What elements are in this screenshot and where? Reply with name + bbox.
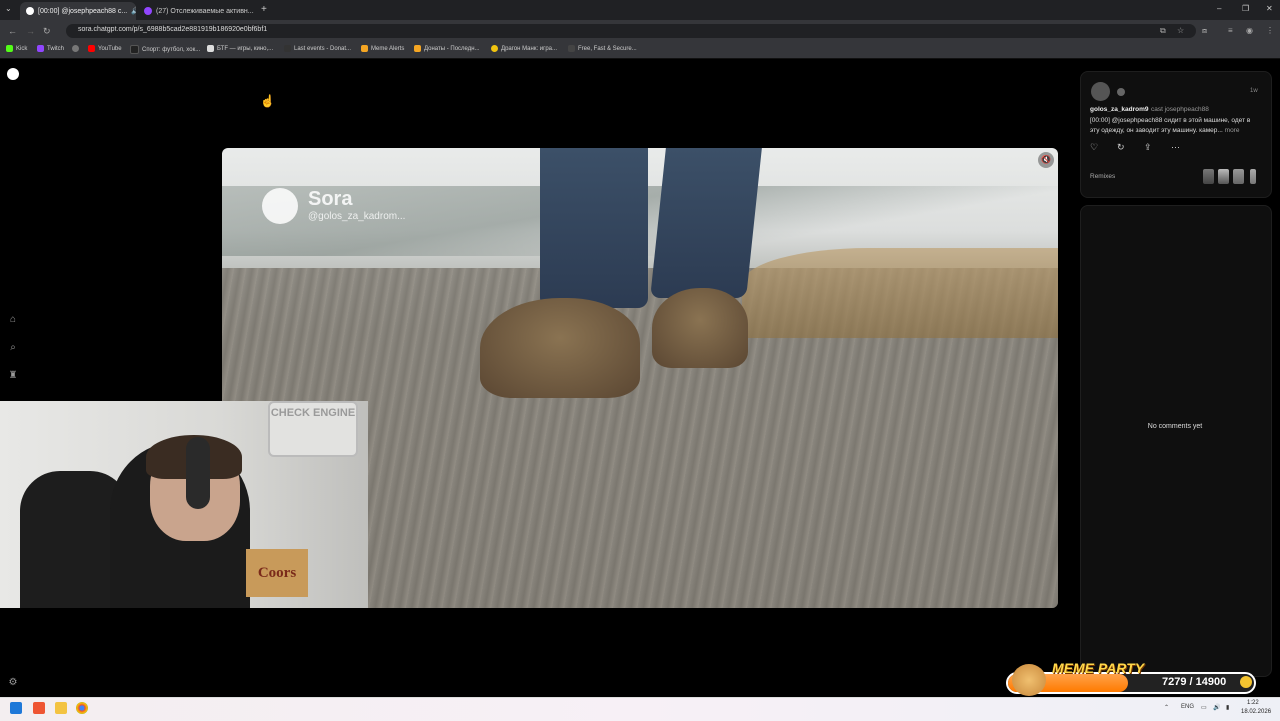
avatar[interactable]: [1091, 82, 1110, 101]
right-boot: [652, 288, 748, 368]
remix-icon[interactable]: ↻: [1117, 142, 1125, 153]
install-app-icon[interactable]: ⧉: [1160, 26, 1166, 36]
meme-party-count: 7279 / 14900: [1162, 676, 1227, 688]
bookmark-youtube[interactable]: YouTube: [88, 45, 122, 52]
bookmark-star-icon[interactable]: ☆: [1177, 26, 1184, 35]
chrome-icon[interactable]: [76, 702, 88, 714]
media-control-icon[interactable]: ≡: [1228, 26, 1233, 35]
home-icon[interactable]: ⌂: [7, 314, 19, 326]
donaty-icon: [414, 45, 421, 52]
search-icon[interactable]: ⌕: [7, 342, 19, 354]
profile-icon[interactable]: ◉: [1246, 26, 1253, 35]
language-indicator[interactable]: ENG: [1181, 704, 1194, 710]
extensions-icon[interactable]: ⧈: [1202, 26, 1207, 36]
post-caption: [00:00] @josephpeach88 сидит в этой маши…: [1090, 116, 1260, 135]
minimize-button[interactable]: –: [1217, 4, 1221, 13]
comments-panel: [1080, 205, 1272, 677]
yandex-browser-icon[interactable]: [33, 702, 45, 714]
bookmark-dragon[interactable]: Драгон Манк: игра...: [491, 45, 557, 52]
watermark-username: @golos_za_kadrom...: [308, 211, 406, 222]
sora-watermark-logo-icon: [262, 188, 298, 224]
maximize-button[interactable]: ❐: [1242, 4, 1249, 13]
new-tab-button[interactable]: +: [261, 4, 267, 15]
taskbar: [0, 697, 1280, 721]
meme-alerts-icon: [361, 45, 368, 52]
sora-favicon-icon: [26, 7, 34, 15]
cast-avatar[interactable]: [1117, 88, 1125, 96]
post-cast[interactable]: cast josephpeach88: [1151, 106, 1209, 113]
tray-chevron-icon[interactable]: ⌃: [1164, 704, 1169, 711]
kick-icon: [6, 45, 13, 52]
remix-thumbnail[interactable]: [1218, 169, 1229, 184]
mute-toggle-icon[interactable]: 🔇: [1038, 152, 1054, 168]
more-options-icon[interactable]: ⋯: [1171, 142, 1180, 153]
bookmark-twitch[interactable]: Twitch: [37, 45, 64, 52]
btf-icon: [207, 45, 214, 52]
network-icon[interactable]: ▭: [1201, 704, 1207, 711]
dry-grass-field: [742, 248, 1058, 338]
tab-search-icon[interactable]: ⌄: [5, 4, 12, 13]
reload-button[interactable]: ↻: [43, 26, 51, 37]
bookmark-donat[interactable]: Last events - Donat...: [284, 45, 351, 52]
bookmark-donaty[interactable]: Донаты - Последн...: [414, 45, 480, 52]
bookmark-kick[interactable]: Kick: [6, 45, 27, 52]
donationalerts-icon: [284, 45, 291, 52]
trophy-icon[interactable]: ♜: [7, 370, 19, 382]
remixes-label: Remixes: [1090, 173, 1116, 180]
more-link[interactable]: more: [1225, 127, 1240, 134]
no-comments-text: No comments yet: [1147, 423, 1203, 430]
beer-box: Coors: [246, 549, 308, 597]
file-explorer-icon[interactable]: [55, 702, 67, 714]
close-window-button[interactable]: ✕: [1266, 4, 1273, 13]
webcam-overlay: CHECK ENGINE Coors: [0, 401, 368, 608]
bookmark-meme-alerts[interactable]: Meme Alerts: [361, 45, 404, 52]
globe-icon: [72, 45, 79, 52]
doge-icon: [1012, 664, 1046, 696]
coin-icon: [1240, 676, 1252, 688]
menu-icon[interactable]: ⋮: [1266, 26, 1274, 35]
meme-party-widget: MEME PARTY 7279 / 14900: [1002, 660, 1260, 698]
bookmark-btf[interactable]: БТF — игры, кино,...: [207, 45, 273, 52]
tab-title: (27) Отслеживаемые активн...: [156, 7, 254, 15]
share-icon[interactable]: ⇪: [1144, 142, 1152, 153]
hand-cursor-icon: ☝: [260, 94, 275, 108]
tab-title: [00:00] @josephpeach88 с...: [38, 7, 128, 15]
battery-icon[interactable]: ▮: [1226, 704, 1229, 711]
mail-icon: [568, 45, 575, 52]
bookmark-sport[interactable]: Спорт: футбол, хок...: [130, 45, 200, 54]
sport-site-icon: [130, 45, 139, 54]
headset-icon: [186, 437, 210, 509]
jeans-left-leg: [540, 148, 648, 308]
post-timestamp: 1w: [1250, 88, 1258, 94]
twitch-favicon-icon: [144, 7, 152, 15]
post-username[interactable]: golos_za_kadrom9: [1090, 106, 1149, 113]
back-button[interactable]: ←: [8, 26, 17, 36]
tab-twitch[interactable]: (27) Отслеживаемые активн... ✕: [138, 2, 256, 20]
remix-thumbnail[interactable]: [1233, 169, 1244, 184]
speaker-icon: 🔊: [131, 8, 136, 15]
forward-button[interactable]: →: [26, 26, 35, 36]
youtube-icon: [88, 45, 95, 52]
url-text[interactable]: sora.chatgpt.com/p/s_6988b5cad2e881919b1…: [78, 26, 267, 33]
twitch-icon: [37, 45, 44, 52]
clock-time[interactable]: 1:22: [1247, 700, 1259, 706]
clock-date[interactable]: 18.02.2026: [1241, 709, 1271, 715]
remix-thumbnail[interactable]: [1250, 169, 1256, 184]
bookmark-secure[interactable]: Free, Fast & Secure...: [568, 45, 637, 52]
windows-start-icon[interactable]: [10, 702, 22, 714]
meme-party-title: MEME PARTY: [1052, 660, 1145, 676]
volume-icon[interactable]: 🔊: [1213, 704, 1220, 711]
jeans-right-leg: [650, 148, 762, 298]
settings-icon[interactable]: ⚙: [7, 677, 19, 689]
tab-sora[interactable]: [00:00] @josephpeach88 с... 🔊 ✕: [20, 2, 136, 20]
bookmark-globe[interactable]: [72, 45, 79, 52]
left-boot: [480, 298, 640, 398]
sora-logo-icon[interactable]: [7, 68, 19, 80]
check-engine-sign: CHECK ENGINE: [268, 401, 358, 457]
dragon-coin-icon: [491, 45, 498, 52]
like-icon[interactable]: ♡: [1090, 142, 1098, 153]
remix-thumbnail[interactable]: [1203, 169, 1214, 184]
watermark-title: Sora: [308, 188, 353, 210]
